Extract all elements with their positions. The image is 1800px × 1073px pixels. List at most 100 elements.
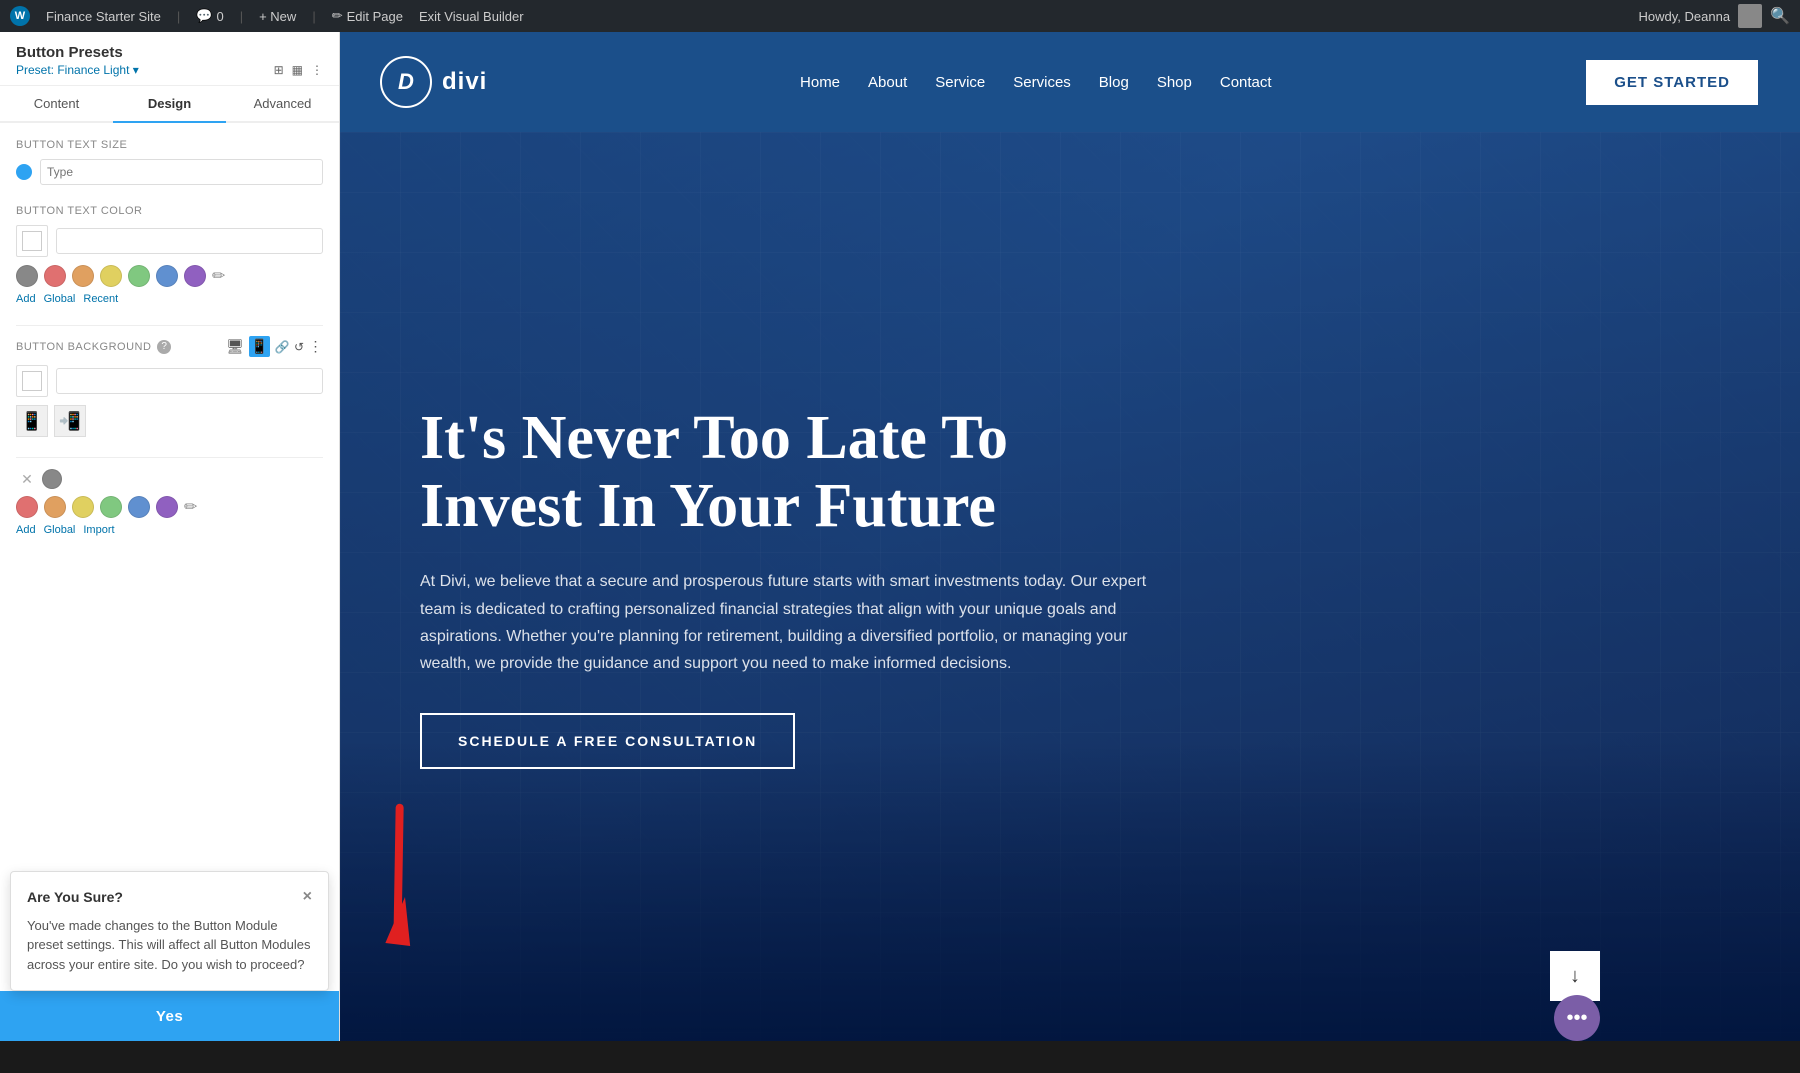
tab-advanced[interactable]: Advanced bbox=[226, 86, 339, 123]
logo-circle: D bbox=[380, 56, 432, 108]
swatch-green[interactable] bbox=[128, 265, 150, 287]
new-button[interactable]: + New bbox=[259, 9, 296, 24]
background-preview-row bbox=[16, 365, 323, 397]
logo-text: divi bbox=[442, 68, 487, 96]
link-icon[interactable]: 🔗 bbox=[274, 340, 289, 354]
hero-section: It's Never Too Late To Invest In Your Fu… bbox=[340, 132, 1800, 1041]
help-icon[interactable]: ? bbox=[157, 340, 171, 354]
tab-design[interactable]: Design bbox=[113, 86, 226, 123]
swatch-orange[interactable] bbox=[72, 265, 94, 287]
dots-icon: ••• bbox=[1566, 1007, 1587, 1030]
wp-logo-icon[interactable]: W bbox=[10, 6, 30, 26]
bg-color-input[interactable] bbox=[56, 368, 323, 394]
bg-device-row: 📱 📲 bbox=[16, 405, 323, 437]
expand-icon[interactable]: ⊞ bbox=[274, 63, 284, 77]
nav-home[interactable]: Home bbox=[800, 74, 840, 91]
button-text-color-group: Button Text Color ✏ bbox=[16, 205, 323, 305]
nav-about[interactable]: About bbox=[868, 74, 907, 91]
bottom-swatch-blue[interactable] bbox=[128, 496, 150, 518]
global-swatch-button[interactable]: Global bbox=[44, 293, 76, 305]
divider-2 bbox=[16, 457, 323, 458]
bottom-import-button[interactable]: Import bbox=[83, 524, 114, 536]
bottom-row: ✕ bbox=[16, 468, 323, 490]
color-preview-box[interactable] bbox=[16, 225, 48, 257]
bottom-edit-icon[interactable]: ✏ bbox=[184, 497, 197, 517]
button-text-size-label: Button Text Size bbox=[16, 139, 323, 151]
swatch-actions: Add Global Recent bbox=[16, 293, 323, 305]
bottom-swatch-red[interactable] bbox=[16, 496, 38, 518]
bottom-swatch-yellow[interactable] bbox=[72, 496, 94, 518]
nav-contact[interactable]: Contact bbox=[1220, 74, 1272, 91]
site-header: D divi Home About Service Services Blog … bbox=[340, 32, 1800, 132]
button-background-label: Button Background ? 🖥 📱 🔗 ↺ ⋮ bbox=[16, 336, 323, 357]
desktop-icon[interactable]: 🖥 bbox=[226, 338, 244, 355]
dialog-title: Are You Sure? × bbox=[27, 888, 312, 906]
swatch-yellow[interactable] bbox=[100, 265, 122, 287]
more-options-icon[interactable]: ⋮ bbox=[309, 338, 324, 355]
bottom-swatch-green[interactable] bbox=[100, 496, 122, 518]
exit-visual-builder-button[interactable]: Exit Visual Builder bbox=[419, 9, 524, 24]
nav-service[interactable]: Service bbox=[935, 74, 985, 91]
color-input-row bbox=[16, 225, 323, 257]
bottom-button-group: ✕ ✏ Add Global Import bbox=[16, 468, 323, 536]
panel-tabs: Content Design Advanced bbox=[0, 86, 339, 123]
layout-icon[interactable]: ▦ bbox=[292, 63, 303, 77]
bottom-swatch-orange[interactable] bbox=[44, 496, 66, 518]
yes-button[interactable]: Yes bbox=[0, 991, 339, 1041]
get-started-button[interactable]: GET STARTED bbox=[1584, 58, 1760, 107]
recent-swatch-button[interactable]: Recent bbox=[83, 293, 118, 305]
bottom-swatch-gray[interactable] bbox=[42, 469, 62, 489]
edit-page-button[interactable]: ✏ Edit Page bbox=[332, 8, 403, 24]
hero-subtitle: At Divi, we believe that a secure and pr… bbox=[420, 568, 1160, 677]
main-layout: Button Presets Preset: Finance Light ▾ ⊞… bbox=[0, 32, 1800, 1041]
hero-title: It's Never Too Late To Invest In Your Fu… bbox=[420, 404, 1160, 540]
main-content: D divi Home About Service Services Blog … bbox=[340, 32, 1800, 1041]
site-name[interactable]: Finance Starter Site bbox=[46, 9, 161, 24]
bg-color-preview[interactable] bbox=[16, 365, 48, 397]
reset-icon[interactable]: ↺ bbox=[294, 340, 305, 354]
cross-icon[interactable]: ✕ bbox=[16, 468, 38, 490]
nav-blog[interactable]: Blog bbox=[1099, 74, 1129, 91]
logo-d: D bbox=[398, 69, 414, 95]
tablet-icon[interactable]: 📱 bbox=[249, 336, 271, 357]
comment-count[interactable]: 💬 0 bbox=[196, 8, 223, 24]
edit-pencil-icon[interactable]: ✏ bbox=[212, 266, 225, 286]
swatch-gray[interactable] bbox=[16, 265, 38, 287]
panel-subtitle[interactable]: Preset: Finance Light ▾ ⊞ ▦ ⋮ bbox=[16, 63, 323, 77]
nav-services[interactable]: Services bbox=[1013, 74, 1071, 91]
button-text-color-label: Button Text Color bbox=[16, 205, 323, 217]
preset-link[interactable]: Preset: Finance Light ▾ bbox=[16, 63, 139, 77]
device-icon-group: 🖥 📱 🔗 ↺ ⋮ bbox=[226, 336, 323, 357]
avatar bbox=[1738, 4, 1762, 28]
panel-title: Button Presets bbox=[16, 44, 323, 61]
dialog-body: You've made changes to the Button Module… bbox=[27, 916, 312, 975]
settings-panel: Button Presets Preset: Finance Light ▾ ⊞… bbox=[0, 32, 340, 1041]
bottom-global-button[interactable]: Global bbox=[44, 524, 76, 536]
button-text-size-input[interactable] bbox=[40, 159, 323, 185]
swatch-blue[interactable] bbox=[156, 265, 178, 287]
scroll-down-icon: ↓ bbox=[1570, 965, 1580, 988]
nav-shop[interactable]: Shop bbox=[1157, 74, 1192, 91]
scroll-down-button[interactable]: ↓ bbox=[1550, 951, 1600, 1001]
swatch-purple[interactable] bbox=[184, 265, 206, 287]
button-background-group: Button Background ? 🖥 📱 🔗 ↺ ⋮ bbox=[16, 336, 323, 437]
more-icon[interactable]: ⋮ bbox=[311, 63, 323, 77]
add-swatch-button[interactable]: Add bbox=[16, 293, 36, 305]
comment-icon: 💬 bbox=[196, 8, 212, 24]
swatch-red[interactable] bbox=[44, 265, 66, 287]
more-options-button[interactable]: ••• bbox=[1554, 995, 1600, 1041]
hero-cta-button[interactable]: SCHEDULE A FREE CONSULTATION bbox=[420, 713, 795, 769]
search-icon[interactable]: 🔍 bbox=[1770, 6, 1790, 26]
text-size-indicator bbox=[16, 164, 32, 180]
site-nav: Home About Service Services Blog Shop Co… bbox=[800, 74, 1272, 91]
color-swatches: ✏ bbox=[16, 265, 323, 287]
user-menu[interactable]: Howdy, Deanna 🔍 bbox=[1639, 4, 1790, 28]
tab-content[interactable]: Content bbox=[0, 86, 113, 123]
bottom-swatch-purple[interactable] bbox=[156, 496, 178, 518]
color-hex-input[interactable] bbox=[56, 228, 323, 254]
close-dialog-button[interactable]: × bbox=[303, 888, 312, 906]
bg-tablet-preview[interactable]: 📱 bbox=[16, 405, 48, 437]
button-text-size-group: Button Text Size bbox=[16, 139, 323, 185]
bg-mobile-preview[interactable]: 📲 bbox=[54, 405, 86, 437]
bottom-add-button[interactable]: Add bbox=[16, 524, 36, 536]
